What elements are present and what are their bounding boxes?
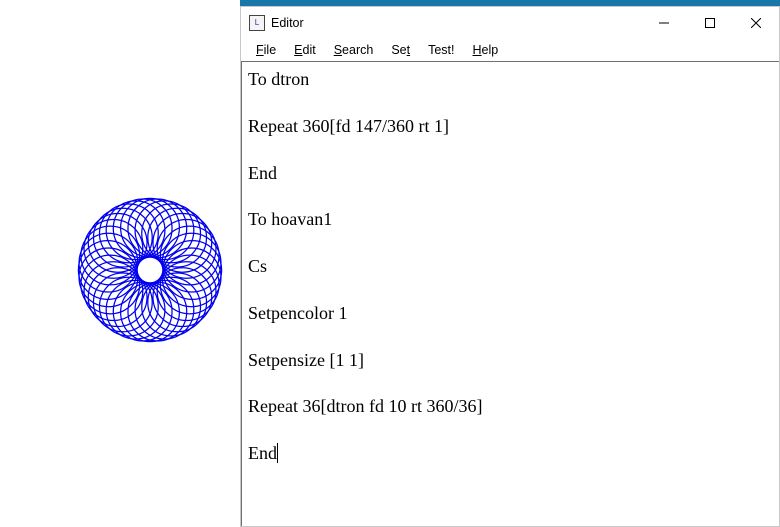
menu-search-rest: earch bbox=[342, 43, 373, 57]
menu-file-rest: ile bbox=[264, 43, 277, 57]
menu-edit[interactable]: Edit bbox=[285, 41, 325, 59]
minimize-icon bbox=[659, 18, 669, 28]
menu-search[interactable]: Search bbox=[325, 41, 383, 59]
editor-window: L Editor File Edit Search Set Test! Help… bbox=[240, 6, 780, 527]
titlebar[interactable]: L Editor bbox=[241, 7, 779, 39]
minimize-button[interactable] bbox=[641, 7, 687, 39]
menubar: File Edit Search Set Test! Help bbox=[241, 39, 779, 61]
menu-edit-rest: dit bbox=[303, 43, 316, 57]
menu-file[interactable]: File bbox=[247, 41, 285, 59]
window-title: Editor bbox=[271, 16, 304, 30]
menu-test[interactable]: Test! bbox=[419, 41, 463, 59]
menu-set[interactable]: Set bbox=[382, 41, 419, 59]
editor-textarea[interactable]: To dtron Repeat 360[fd 147/360 rt 1] End… bbox=[241, 61, 779, 526]
logo-editor-icon: L bbox=[249, 15, 265, 31]
maximize-icon bbox=[705, 18, 715, 28]
maximize-button[interactable] bbox=[687, 7, 733, 39]
graphics-canvas bbox=[0, 0, 240, 527]
menu-help[interactable]: Help bbox=[464, 41, 508, 59]
close-button[interactable] bbox=[733, 7, 779, 39]
menu-help-rest: elp bbox=[482, 43, 499, 57]
text-caret bbox=[277, 443, 278, 463]
close-icon bbox=[751, 18, 761, 28]
spirograph-drawing bbox=[70, 190, 230, 350]
editor-content: To dtron Repeat 360[fd 147/360 rt 1] End… bbox=[248, 69, 482, 463]
